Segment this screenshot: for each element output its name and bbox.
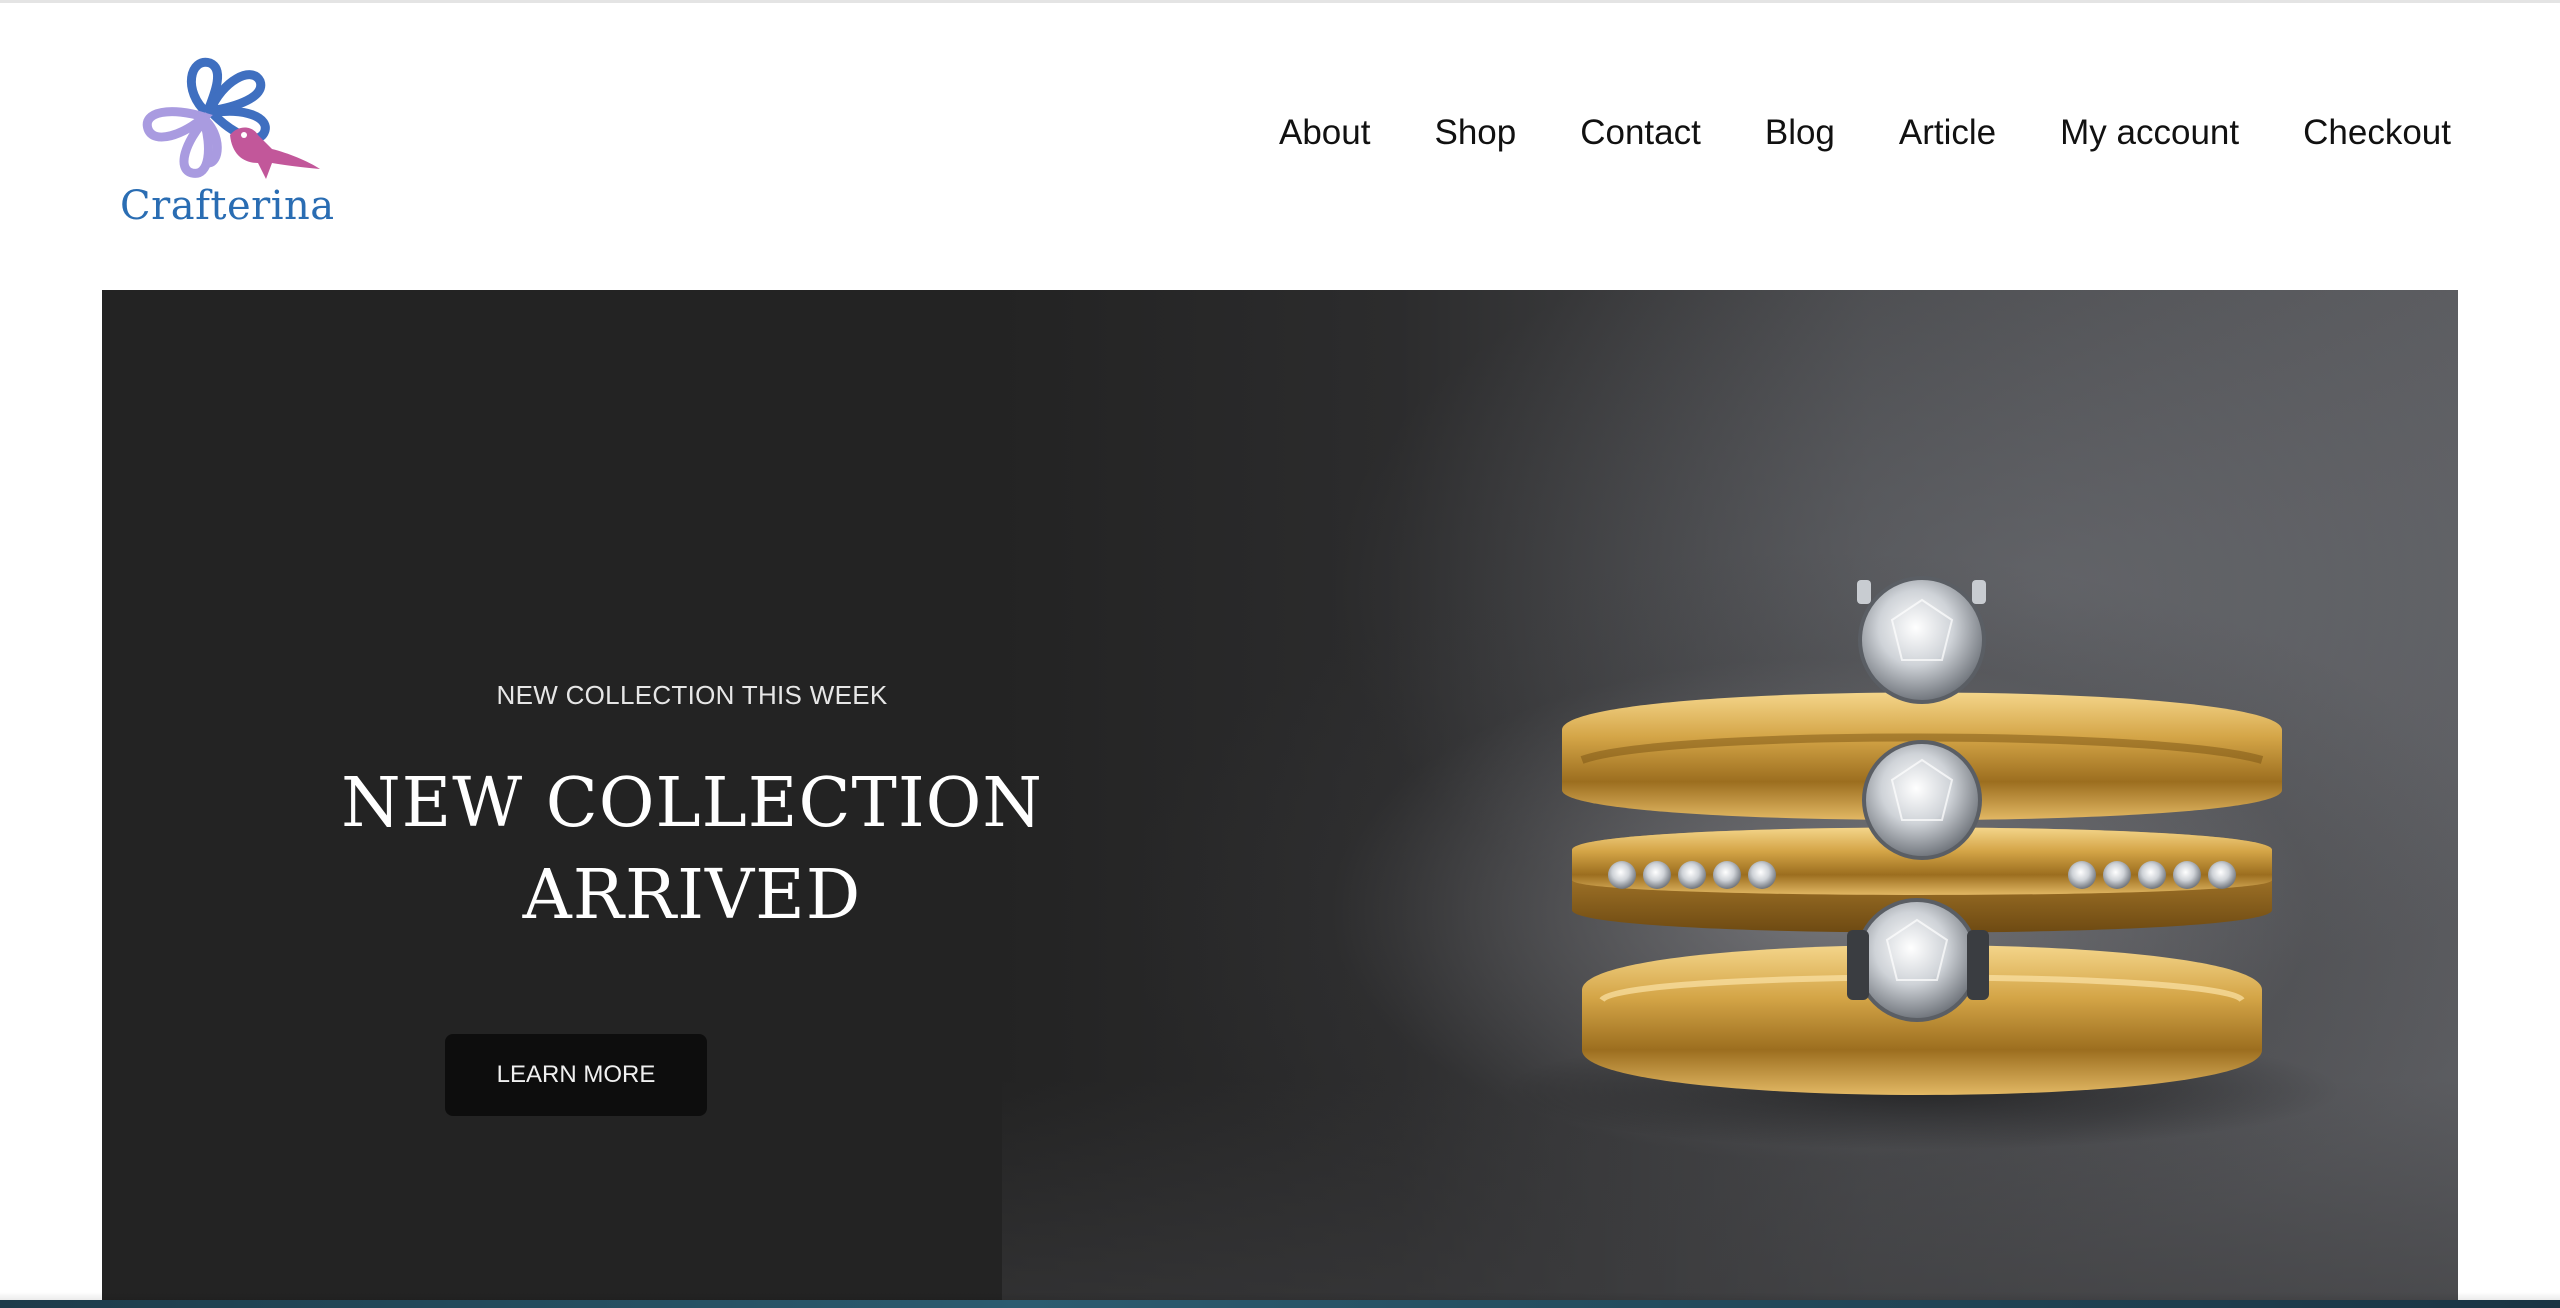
site-header: Crafterina About Shop Contact Blog Artic…: [0, 3, 2560, 288]
main-navigation: About Shop Contact Blog Article My accou…: [1279, 113, 2451, 153]
nav-item-contact[interactable]: Contact: [1580, 113, 1701, 153]
hero-rings-image: [1502, 576, 2342, 1150]
hero-banner: NEW COLLECTION THIS WEEK NEW COLLECTION …: [102, 290, 2458, 1300]
learn-more-button[interactable]: LEARN MORE: [445, 1034, 707, 1116]
site-logo[interactable]: Crafterina: [112, 51, 334, 241]
logo-wordmark: Crafterina: [120, 183, 335, 229]
bottom-shadow: [0, 1292, 2560, 1300]
page: Crafterina About Shop Contact Blog Artic…: [0, 0, 2560, 1308]
nav-item-article[interactable]: Article: [1899, 113, 1996, 153]
hero-title-line-2: ARRIVED: [522, 856, 862, 935]
hero-content: NEW COLLECTION THIS WEEK NEW COLLECTION …: [102, 290, 1282, 1300]
nav-item-my-account[interactable]: My account: [2060, 113, 2239, 153]
hero-eyebrow: NEW COLLECTION THIS WEEK: [496, 680, 888, 710]
flower-bird-logo-icon: [142, 57, 320, 179]
hero-title-line-1: NEW COLLECTION: [341, 764, 1043, 843]
nav-item-checkout[interactable]: Checkout: [2303, 113, 2451, 153]
nav-item-about[interactable]: About: [1279, 113, 1370, 153]
bottom-edge-strip: [0, 1300, 2560, 1308]
hero-title: NEW COLLECTION ARRIVED: [102, 758, 1282, 942]
nav-item-blog[interactable]: Blog: [1765, 113, 1835, 153]
nav-item-shop[interactable]: Shop: [1434, 113, 1516, 153]
